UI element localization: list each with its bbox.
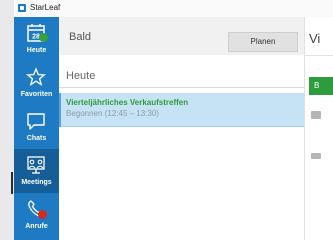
calendar-small-icon bbox=[311, 111, 321, 119]
detail-title: Vi bbox=[309, 31, 321, 46]
panel-header: Bald Planen bbox=[59, 17, 304, 55]
meeting-title: Vierteljährliches Verkaufstreffen bbox=[66, 98, 189, 107]
divider bbox=[59, 87, 304, 88]
meeting-detail-panel: Vi B bbox=[305, 17, 333, 240]
sidebar-item-heute[interactable]: 28 Heute bbox=[14, 17, 59, 61]
sidebar-item-label: Heute bbox=[26, 47, 47, 54]
sidebar-item-meetings[interactable]: Meetings bbox=[14, 149, 59, 193]
title-bar: StarLeaf bbox=[14, 0, 333, 18]
desktop-edge-mark bbox=[11, 172, 13, 194]
section-heading: Heute bbox=[66, 70, 96, 82]
sidebar-item-label: Favoriten bbox=[20, 91, 53, 98]
join-button[interactable]: B bbox=[309, 77, 333, 95]
sidebar-item-favoriten[interactable]: Favoriten bbox=[14, 61, 59, 105]
starleaf-logo-icon bbox=[18, 4, 26, 12]
window-title: StarLeaf bbox=[30, 3, 61, 12]
plan-button[interactable]: Planen bbox=[228, 32, 298, 52]
meeting-room-icon bbox=[27, 156, 45, 174]
meeting-list-item[interactable]: Vierteljährliches Verkaufstreffen Begonn… bbox=[59, 93, 304, 127]
sidebar-item-label: Meetings bbox=[21, 179, 52, 186]
desktop-background bbox=[0, 0, 14, 240]
meetings-panel: Bald Planen Heute Vierteljährliches Verk… bbox=[59, 17, 305, 240]
divider bbox=[305, 55, 333, 56]
notification-badge bbox=[39, 33, 48, 42]
missed-call-badge bbox=[38, 210, 47, 219]
selection-accent bbox=[59, 93, 61, 127]
sidebar-item-chats[interactable]: Chats bbox=[14, 105, 59, 149]
meeting-status: Begonnen (12:45 – 13:30) bbox=[66, 109, 159, 118]
panel-title: Bald bbox=[69, 31, 92, 43]
briefcase-icon bbox=[311, 153, 321, 159]
sidebar-item-anrufe[interactable]: Anrufe bbox=[14, 193, 59, 237]
app-window: StarLeaf 28 Heute Favoriten Chats Meetin… bbox=[0, 0, 333, 240]
sidebar: 28 Heute Favoriten Chats Meetings Anrufe bbox=[14, 17, 59, 240]
chat-bubble-icon bbox=[27, 113, 45, 130]
sidebar-item-label: Chats bbox=[26, 135, 47, 142]
star-icon bbox=[26, 67, 46, 86]
sidebar-item-label: Anrufe bbox=[25, 223, 48, 230]
